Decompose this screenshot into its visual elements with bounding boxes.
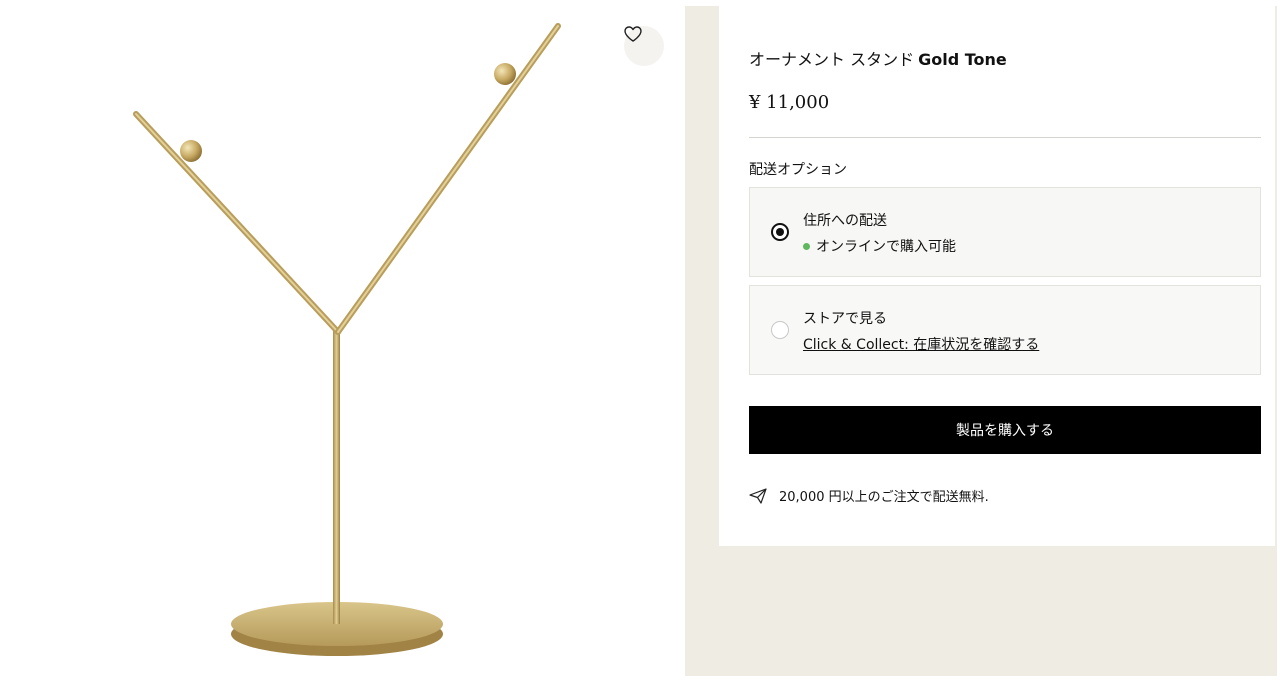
availability-dot-icon: [803, 242, 810, 250]
radio-selected[interactable]: [771, 223, 789, 241]
product-image: [133, 23, 561, 656]
delivery-options-label: 配送オプション: [749, 162, 847, 178]
divider: [749, 137, 1261, 138]
paper-plane-icon: [749, 487, 767, 504]
delivery-option-store[interactable]: ストアで見る Click & Collect: 在庫状況を確認する: [749, 285, 1261, 375]
product-title: オーナメント スタンド Gold Tone: [749, 46, 1007, 70]
heart-icon: [624, 26, 642, 42]
delivery-option-title: ストアで見る: [803, 311, 887, 327]
click-collect-link[interactable]: Click & Collect: 在庫状況を確認する: [803, 334, 1039, 354]
shipping-note-text: 20,000 円以上のご注文で配送無料.: [779, 490, 989, 505]
product-title-name: オーナメント スタンド: [749, 50, 915, 69]
radio-unselected[interactable]: [771, 321, 789, 339]
shipping-note: 20,000 円以上のご注文で配送無料.: [749, 486, 989, 505]
product-price: ¥ 11,000: [749, 92, 830, 113]
availability-text: オンラインで購入可能: [816, 239, 956, 255]
buy-button[interactable]: 製品を購入する: [749, 406, 1261, 454]
product-title-tone: Gold Tone: [918, 50, 1007, 69]
availability-status: オンラインで購入可能: [803, 236, 956, 256]
delivery-option-home[interactable]: 住所への配送 オンラインで購入可能: [749, 187, 1261, 277]
favorite-button[interactable]: [624, 26, 664, 66]
product-info-card: オーナメント スタンド Gold Tone ¥ 11,000 配送オプション 住所…: [719, 6, 1275, 546]
delivery-option-title: 住所への配送: [803, 213, 887, 229]
product-image-panel: [8, 6, 685, 676]
